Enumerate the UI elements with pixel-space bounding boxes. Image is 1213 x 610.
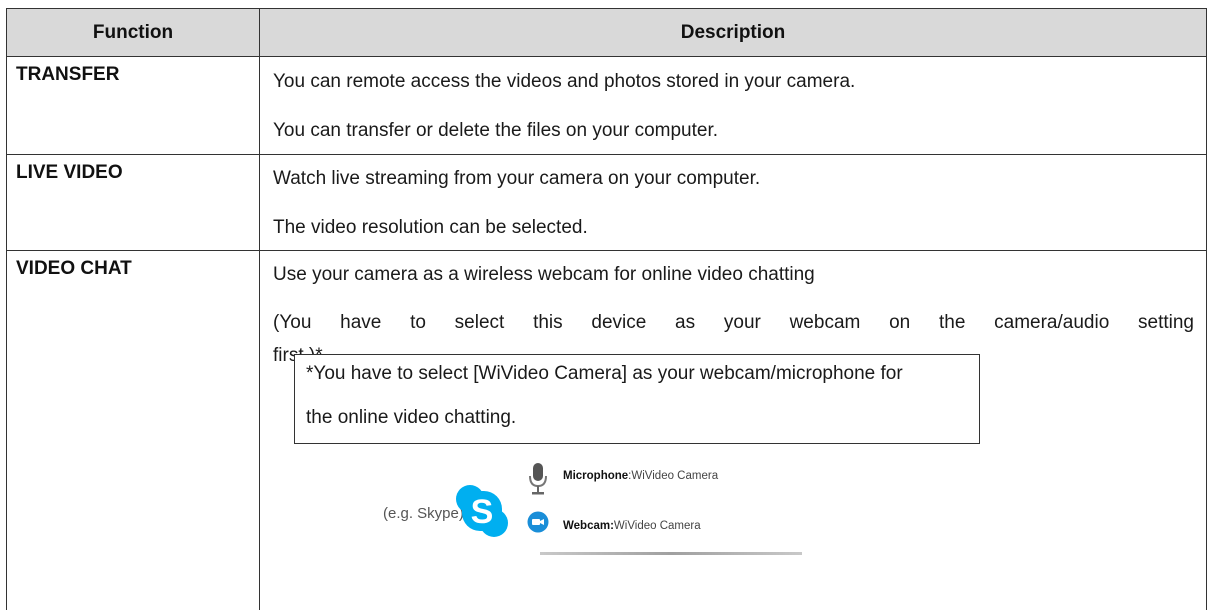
transfer-desc-line-1: You can remote access the videos and pho… bbox=[273, 71, 856, 92]
function-video-chat: VIDEO CHAT bbox=[16, 258, 132, 279]
microphone-setting-label: Microphone bbox=[563, 470, 629, 482]
microphone-icon bbox=[529, 463, 547, 495]
header-divider bbox=[7, 56, 1206, 57]
settings-divider bbox=[540, 552, 802, 555]
video-chat-desc-line-2: (You have to select this device as your … bbox=[273, 312, 1194, 333]
svg-text:S: S bbox=[471, 493, 494, 531]
row-divider-1 bbox=[7, 154, 1206, 155]
microphone-setting-value: WiVideo Camera bbox=[631, 470, 719, 482]
row-divider-2 bbox=[7, 250, 1206, 251]
webcam-setting-value: WiVideo Camera bbox=[613, 520, 701, 532]
webcam-icon bbox=[527, 511, 549, 533]
microphone-setting: Microphone:WiVideo Camera bbox=[563, 470, 719, 482]
live-video-desc-line-1: Watch live streaming from your camera on… bbox=[273, 168, 761, 189]
webcam-setting: Webcam:WiVideo Camera bbox=[563, 520, 701, 532]
header-description: Description bbox=[680, 21, 786, 43]
transfer-desc-line-2: You can transfer or delete the files on … bbox=[273, 120, 719, 141]
live-video-desc-line-2: The video resolution can be selected. bbox=[273, 217, 588, 238]
note-line-2: the online video chatting. bbox=[306, 407, 517, 428]
webcam-setting-label: Webcam: bbox=[563, 520, 614, 532]
column-divider bbox=[259, 9, 260, 610]
header-function: Function bbox=[92, 21, 174, 43]
note-box: *You have to select [WiVideo Camera] as … bbox=[294, 354, 980, 444]
skype-icon: S bbox=[456, 485, 508, 537]
video-chat-desc-line-1: Use your camera as a wireless webcam for… bbox=[273, 264, 815, 285]
function-transfer: TRANSFER bbox=[16, 64, 120, 85]
note-line-1: *You have to select [WiVideo Camera] as … bbox=[306, 363, 903, 384]
function-live-video: LIVE VIDEO bbox=[16, 162, 123, 183]
